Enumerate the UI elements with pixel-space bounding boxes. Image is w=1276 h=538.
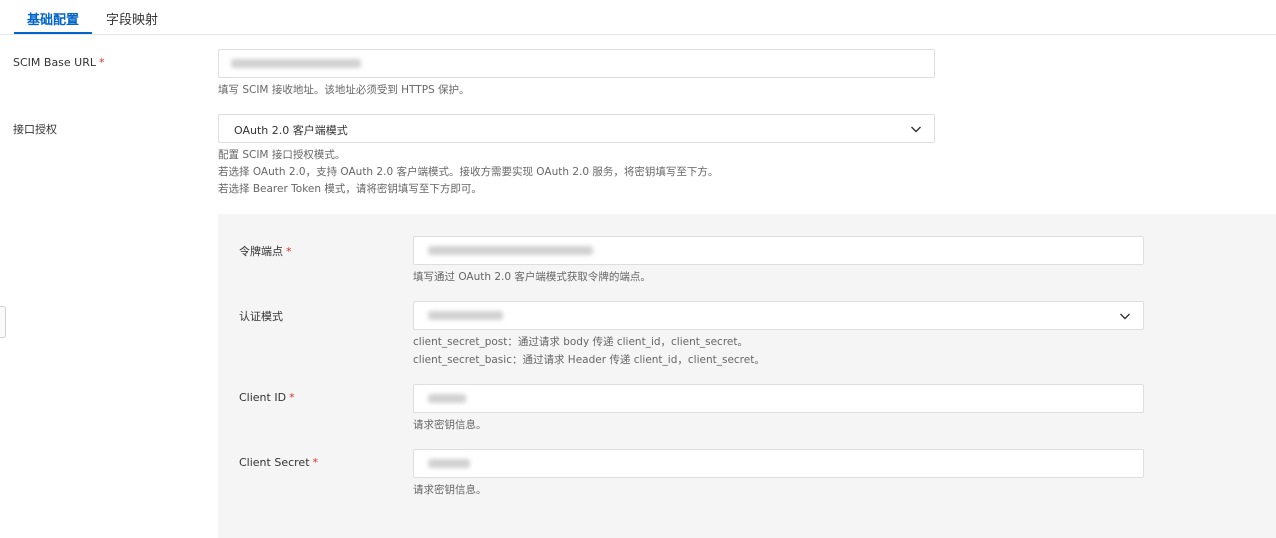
auth-mode-select[interactable] [413,301,1144,330]
client-secret-help: 请求密钥信息。 [413,484,487,496]
base-url-label-text: SCIM Base URL [13,56,96,69]
client-id-help: 请求密钥信息。 [413,419,487,431]
auth-help-line-3: 若选择 Bearer Token 模式，请将密钥填写至下方即可。 [218,183,482,195]
token-endpoint-label: 令牌端点 * [239,243,292,259]
client-secret-label: Client Secret * [239,456,318,469]
auth-select-value: OAuth 2.0 客户端模式 [234,124,348,137]
client-id-input[interactable] [413,384,1144,413]
base-url-label: SCIM Base URL * [13,56,105,69]
side-collapse-handle[interactable] [0,306,6,338]
auth-select[interactable]: OAuth 2.0 客户端模式 [218,114,935,143]
token-endpoint-help: 填写通过 OAuth 2.0 客户端模式获取令牌的端点。 [413,271,651,283]
redacted-value [428,394,466,403]
base-url-help: 填写 SCIM 接收地址。该地址必须受到 HTTPS 保护。 [218,84,470,96]
client-id-label: Client ID * [239,391,295,404]
required-mark: * [312,456,319,469]
active-tab-indicator [14,32,92,34]
client-id-label-text: Client ID [239,391,287,404]
auth-mode-help-line-1: client_secret_post：通过请求 body 传递 client_i… [413,336,748,348]
auth-label: 接口授权 [13,123,57,136]
auth-help-line-2: 若选择 OAuth 2.0，支持 OAuth 2.0 客户端模式。接收方需要实现… [218,166,719,178]
auth-mode-label: 认证模式 [239,310,283,323]
auth-mode-help-line-2: client_secret_basic：通过请求 Header 传递 clien… [413,354,765,366]
chevron-down-icon [1120,313,1130,320]
client-secret-label-text: Client Secret [239,456,310,469]
required-mark: * [286,245,292,258]
token-endpoint-label-text: 令牌端点 [239,245,283,258]
oauth-settings-panel: 令牌端点 * 填写通过 OAuth 2.0 客户端模式获取令牌的端点。 认证模式 … [218,214,1276,538]
redacted-value [428,311,503,320]
tab-basic-config[interactable]: 基础配置 [27,9,79,28]
base-url-input[interactable] [218,49,935,78]
auth-help-line-1: 配置 SCIM 接口授权模式。 [218,149,346,161]
client-secret-input[interactable] [413,449,1144,478]
tab-bar: 基础配置 字段映射 [0,0,1276,35]
chevron-down-icon [911,126,921,133]
redacted-value [231,59,361,68]
redacted-value [428,246,593,255]
token-endpoint-input[interactable] [413,236,1144,265]
tab-field-mapping[interactable]: 字段映射 [106,9,158,28]
required-mark: * [99,56,105,69]
redacted-value [428,459,470,468]
required-mark: * [289,391,295,404]
